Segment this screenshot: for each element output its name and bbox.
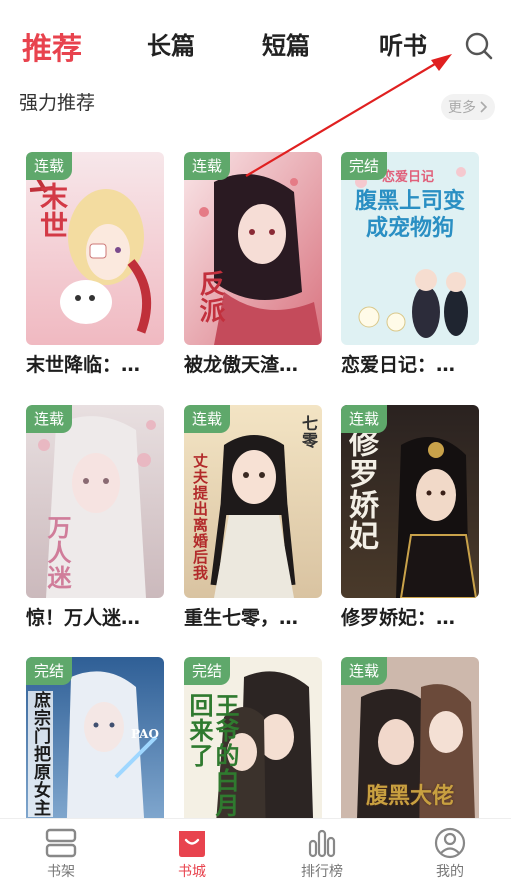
status-badge: 完结 (26, 657, 73, 685)
top-tab-bar: 推荐 长篇 短篇 听书 (0, 0, 511, 90)
nav-ranking[interactable]: 排行榜 (282, 827, 362, 881)
status-badge: 连载 (341, 657, 388, 685)
nav-bookshelf[interactable]: 书架 (21, 827, 101, 881)
book-cover[interactable]: 末世 连载 (26, 152, 164, 345)
nav-label: 我的 (436, 864, 464, 880)
cover-text: 丈夫提出离婚后我 (191, 453, 209, 581)
tab-audiobook[interactable]: 听书 (379, 26, 427, 61)
more-label: 更多 (448, 100, 476, 116)
status-badge: 连载 (341, 405, 388, 433)
book-cover[interactable]: 恋爱日记 腹黑上司变成宠物狗 完结 (341, 152, 479, 345)
bottom-nav: 书架 书城 排行榜 我的 (0, 818, 511, 886)
cover-text: 末世 (36, 182, 69, 240)
tab-long[interactable]: 长篇 (147, 26, 195, 61)
book-cover[interactable]: 反派 连载 (184, 152, 322, 345)
nav-bookstore[interactable]: 书城 (152, 827, 232, 881)
status-badge: 完结 (341, 152, 388, 180)
search-button[interactable] (463, 30, 495, 62)
nav-profile[interactable]: 我的 (410, 827, 490, 881)
nav-label: 排行榜 (301, 864, 343, 880)
tab-short[interactable]: 短篇 (262, 26, 310, 61)
cover-text: 庶宗门把原女主 (28, 691, 53, 817)
status-badge: 完结 (184, 657, 231, 685)
cover-subtitle: 七零 (299, 415, 318, 449)
status-badge: 连载 (184, 152, 231, 180)
book-title[interactable]: 重生七零，… (184, 603, 298, 630)
nav-label: 书城 (178, 864, 206, 880)
bookstore-bag-icon (179, 831, 205, 857)
more-button[interactable]: 更多 (441, 94, 495, 120)
status-badge: 连载 (26, 152, 73, 180)
cover-subtitle: PAO (131, 727, 159, 741)
status-badge: 连载 (184, 405, 231, 433)
profile-icon (434, 827, 466, 859)
ranking-bars-icon (308, 829, 336, 858)
book-title[interactable]: 恋爱日记：… (341, 350, 455, 377)
cover-text: 腹黑大佬 (365, 783, 454, 809)
book-title[interactable]: 末世降临：… (26, 350, 140, 377)
book-cover[interactable]: 万人迷 连载 (26, 405, 164, 598)
chevron-right-icon (480, 101, 488, 113)
cover-text: 腹黑上司变成宠物狗 (354, 188, 465, 241)
book-cover[interactable]: 丈夫提出离婚后我 七零 连载 (184, 405, 322, 598)
cover-text: 修罗娇妃 (343, 427, 378, 551)
book-title[interactable]: 惊！万人迷… (26, 603, 140, 630)
nav-label: 书架 (47, 864, 75, 880)
book-title[interactable]: 修罗娇妃：… (341, 603, 455, 630)
book-cover[interactable]: 修罗娇妃 连载 (341, 405, 479, 598)
section-title: 强力推荐 (19, 92, 96, 114)
cover-text: 反派 (195, 270, 225, 324)
search-icon (465, 32, 493, 60)
bookshelf-icon (45, 828, 77, 858)
cover-text: 万人迷 (43, 515, 72, 590)
status-badge: 连载 (26, 405, 73, 433)
tab-recommend[interactable]: 推荐 (22, 24, 82, 68)
book-title[interactable]: 被龙傲天渣… (184, 350, 298, 377)
